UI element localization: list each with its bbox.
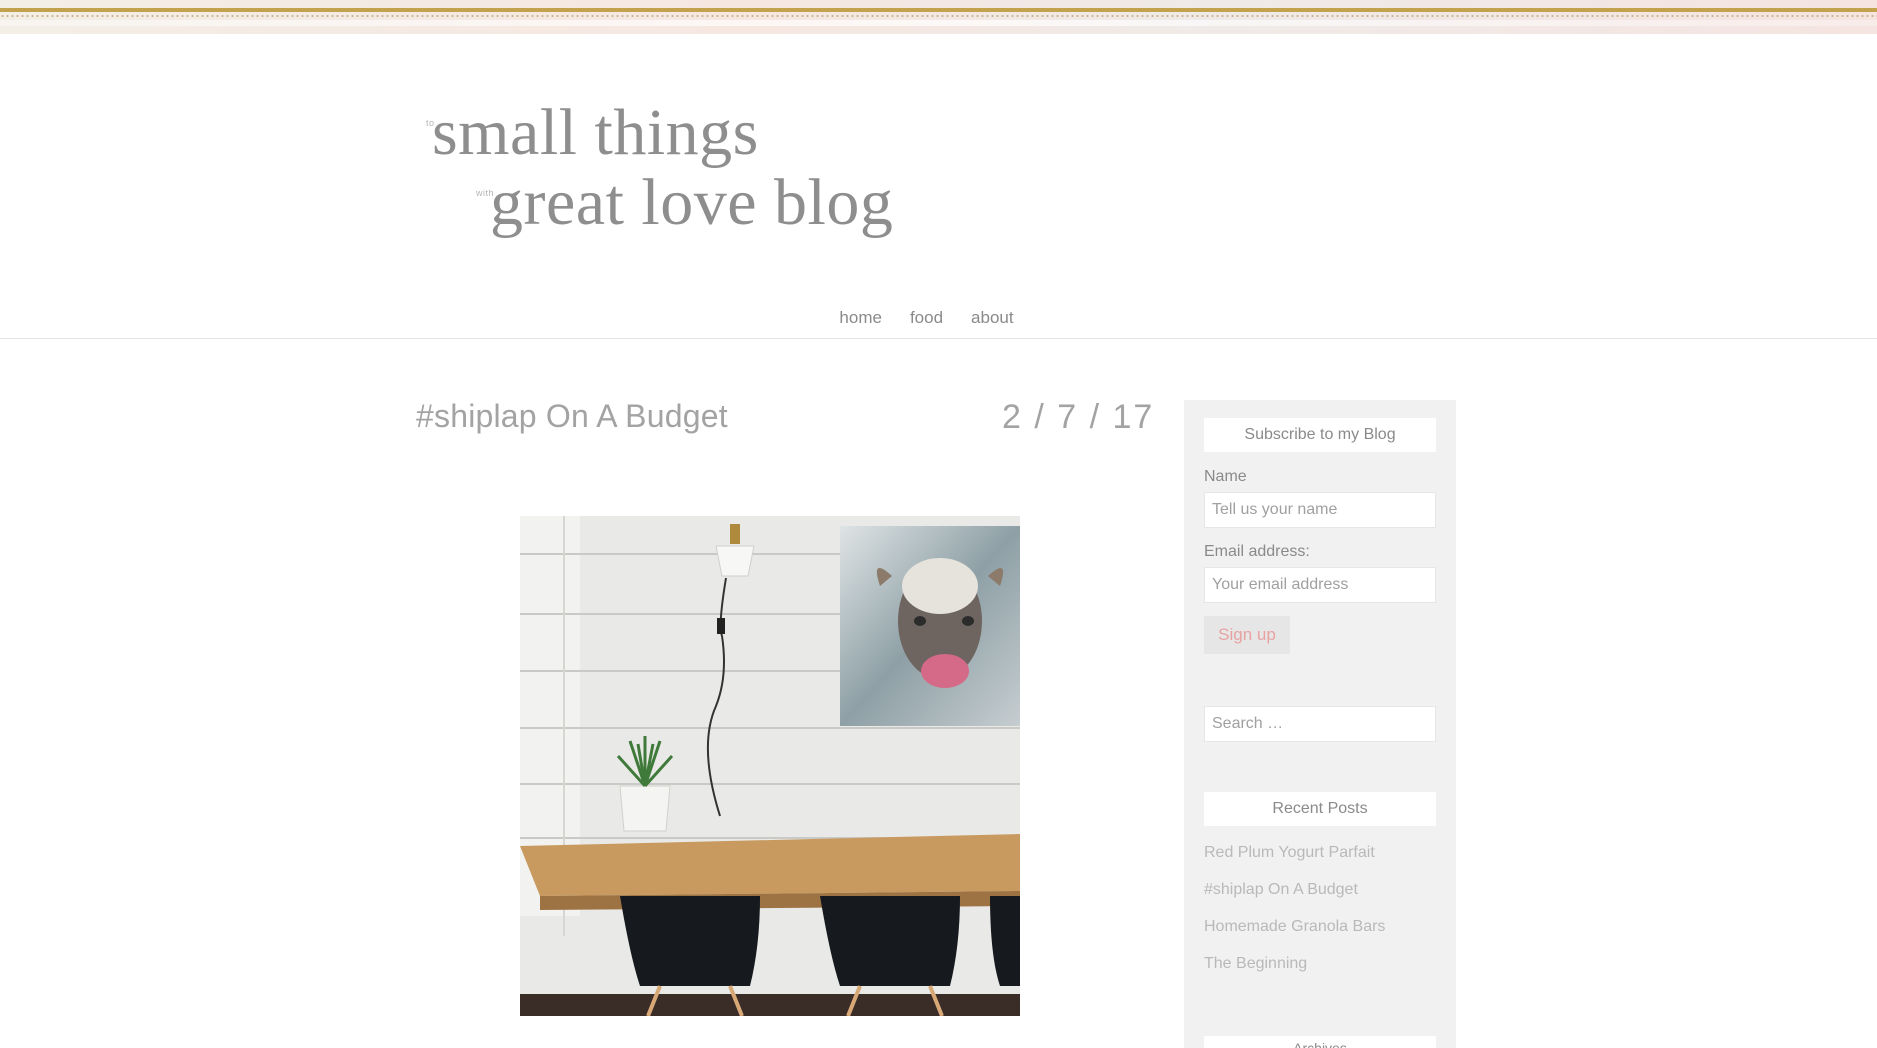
search-input[interactable] [1204,706,1436,742]
sidebar: Subscribe to my Blog Name Email address:… [1184,400,1456,1048]
recent-post-link[interactable]: Red Plum Yogurt Parfait [1204,844,1385,881]
next-widget-title: Archives [1204,1036,1436,1048]
logo-line-one: small things [432,96,759,169]
post-title[interactable]: #shiplap On A Budget [416,398,728,435]
nav-food-link[interactable]: food [910,308,943,328]
nav-divider [0,338,1877,339]
nav-links: home food about [839,308,1013,328]
nav-about-link[interactable]: about [971,308,1014,328]
recent-posts-title: Recent Posts [1204,792,1436,826]
name-label: Name [1204,468,1247,485]
post-date: 2 / 7 / 17 [1002,398,1155,436]
gold-stripe [0,8,1877,12]
name-input[interactable] [1204,492,1436,528]
email-input[interactable] [1204,567,1436,603]
subscribe-widget-title: Subscribe to my Blog [1204,418,1436,452]
logo-line-two: great love blog [490,166,894,239]
main-navigation: home food about [0,308,1877,328]
recent-posts-list: Red Plum Yogurt Parfait #shiplap On A Bu… [1204,844,1385,992]
shiplap-wall-photo [520,516,1020,1016]
highlight-stripe [0,20,1877,26]
recent-post-link[interactable]: Homemade Granola Bars [1204,918,1385,955]
dotted-trim [0,14,1877,18]
recent-post-link[interactable]: The Beginning [1204,955,1385,992]
post-featured-image[interactable] [520,516,1020,1016]
next-widget-title-text: Archives [1293,1040,1347,1048]
recent-post-link[interactable]: #shiplap On A Budget [1204,881,1385,918]
header-decorative-band [0,0,1877,34]
nav-home-link[interactable]: home [839,308,882,328]
email-label: Email address: [1204,543,1310,560]
signup-button[interactable]: Sign up [1204,616,1290,654]
